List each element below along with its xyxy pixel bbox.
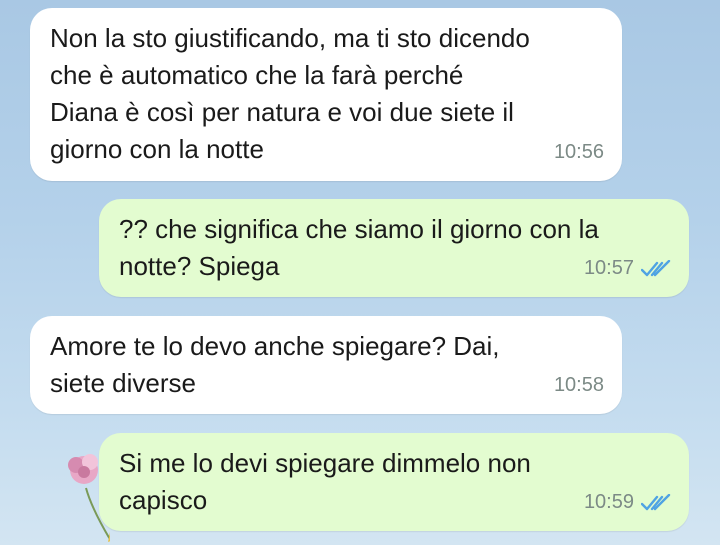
message-time: 10:56	[553, 141, 604, 163]
double-check-icon	[641, 493, 671, 510]
message-bubble-incoming[interactable]: Non la sto giustificando, ma ti sto dice…	[30, 8, 622, 181]
message-time: 10:59	[583, 491, 634, 513]
message-bubble-incoming[interactable]: Amore te lo devo anche spiegare? Dai, si…	[30, 316, 622, 414]
message-meta: 10:59	[584, 484, 671, 521]
message-bubble-outgoing[interactable]: ?? che significa che siamo il giorno con…	[99, 199, 689, 297]
message-meta: 10:57	[584, 250, 671, 287]
message-time: 10:57	[583, 257, 634, 279]
message-text: Non la sto giustificando, ma ti sto dice…	[50, 23, 530, 164]
message-bubble-outgoing[interactable]: Si me lo devi spiegare dimmelo non capis…	[99, 433, 689, 531]
message-meta: 10:58	[554, 367, 604, 404]
message-meta: 10:56	[554, 134, 604, 171]
double-check-icon	[641, 259, 671, 276]
message-text: Amore te lo devo anche spiegare? Dai, si…	[50, 331, 500, 398]
message-time: 10:58	[553, 374, 604, 396]
